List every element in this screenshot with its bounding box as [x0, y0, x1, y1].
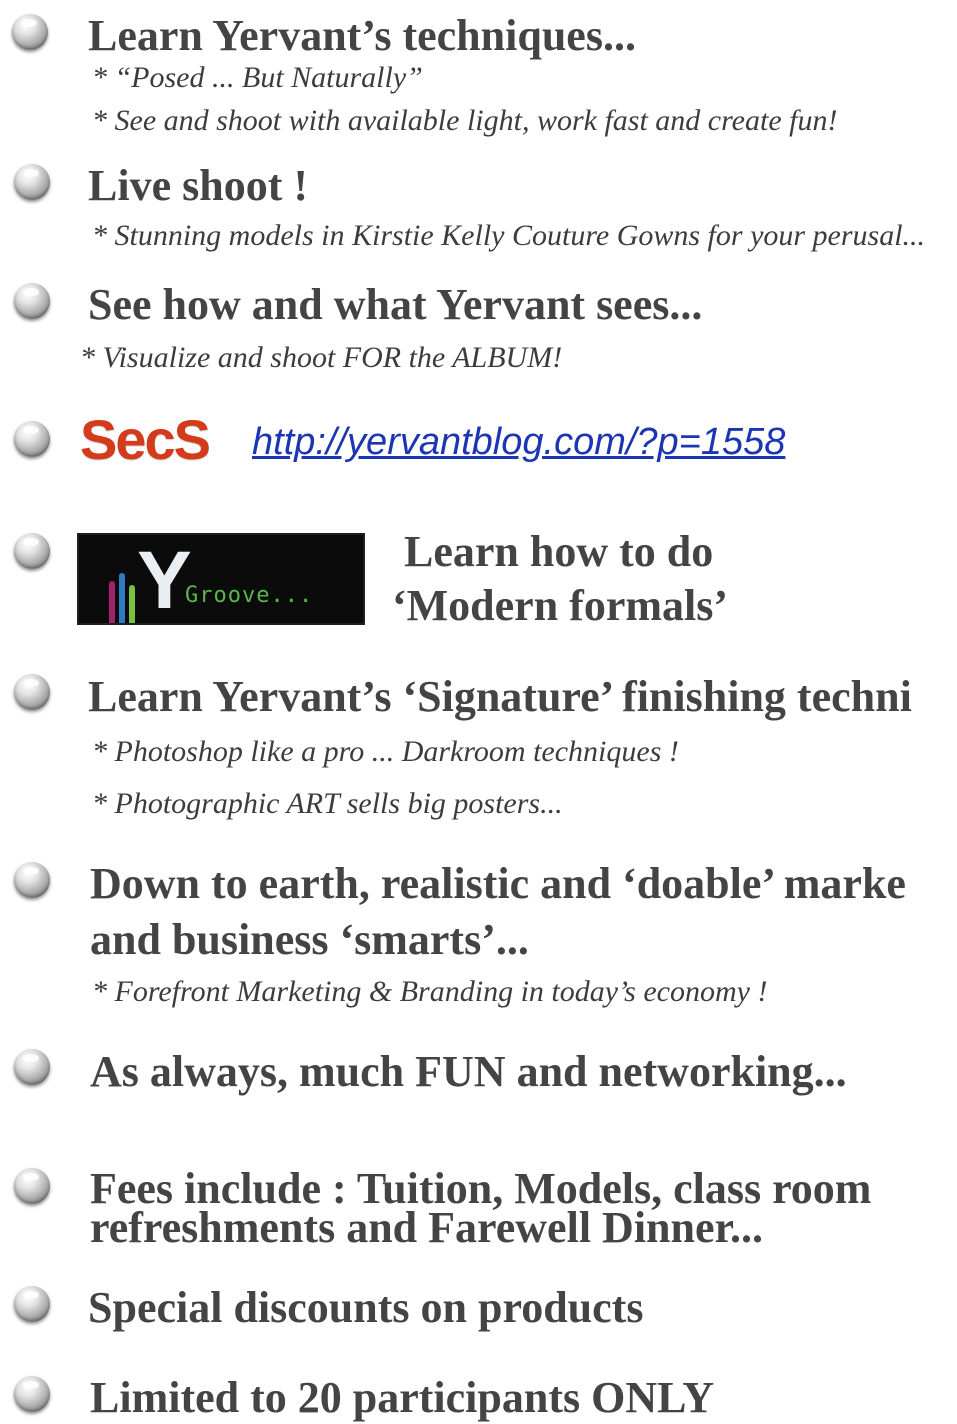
- yervant-blog-link[interactable]: http://yervantblog.com/?p=1558: [252, 418, 785, 466]
- item-heading: Learn Yervant’s techniques...: [88, 11, 636, 60]
- item-heading-line2: refreshments and Farewell Dinner...: [90, 1203, 763, 1252]
- sphere-bullet-icon: [14, 1168, 50, 1204]
- groove-logo-letter: Y: [137, 535, 192, 625]
- item-heading: Limited to 20 participants ONLY: [90, 1373, 715, 1422]
- item-subpoint: * Stunning models in Kirstie Kelly Coutu…: [92, 219, 926, 252]
- sphere-bullet-icon: [12, 14, 48, 50]
- item-heading: Live shoot !: [88, 161, 308, 210]
- dancer-figure-icon: [119, 573, 125, 623]
- secs-logo: SecS: [80, 408, 211, 471]
- item-subpoint: * Photographic ART sells big posters...: [92, 787, 563, 820]
- sphere-bullet-icon: [14, 1049, 50, 1085]
- sphere-bullet-icon: [14, 1286, 50, 1322]
- item-subpoint: * Visualize and shoot FOR the ALBUM!: [80, 341, 563, 374]
- sphere-bullet-icon: [14, 533, 50, 569]
- sphere-bullet-icon: [14, 164, 50, 200]
- item-heading: As always, much FUN and networking...: [90, 1047, 847, 1096]
- item-heading-line1: Learn how to do: [404, 527, 714, 576]
- item-subpoint: * See and shoot with available light, wo…: [92, 104, 838, 137]
- y-groove-logo: Y Groove...: [77, 533, 365, 625]
- item-heading-line2: ‘Modern formals’: [392, 581, 729, 630]
- sphere-bullet-icon: [14, 1376, 50, 1412]
- item-subpoint: * Photoshop like a pro ... Darkroom tech…: [92, 735, 679, 768]
- item-heading: Learn Yervant’s ‘Signature’ finishing te…: [88, 672, 912, 721]
- item-heading-line1: Down to earth, realistic and ‘doable’ ma…: [90, 859, 906, 908]
- sphere-bullet-icon: [14, 283, 50, 319]
- item-subpoint: * Forefront Marketing & Branding in toda…: [92, 975, 768, 1008]
- groove-logo-text: Groove...: [185, 583, 314, 608]
- sphere-bullet-icon: [14, 862, 50, 898]
- item-heading: See how and what Yervant sees...: [88, 280, 703, 329]
- dancer-figure-icon: [109, 581, 115, 623]
- item-heading-line2: and business ‘smarts’...: [90, 915, 529, 964]
- item-heading: Special discounts on products: [88, 1283, 644, 1332]
- sphere-bullet-icon: [14, 421, 50, 457]
- sphere-bullet-icon: [14, 674, 50, 710]
- item-subpoint: * “Posed ... But Naturally”: [92, 61, 423, 94]
- dancer-figure-icon: [129, 585, 135, 623]
